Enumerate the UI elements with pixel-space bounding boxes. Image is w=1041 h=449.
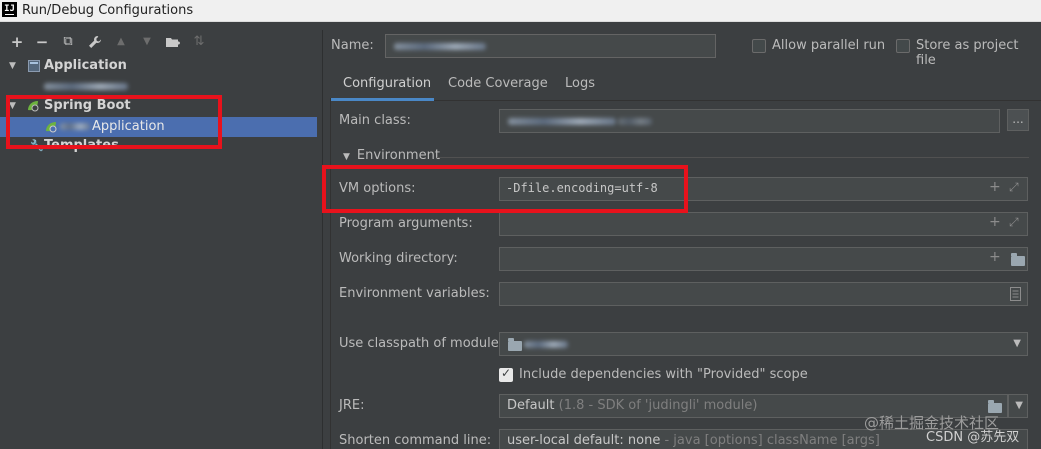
annotation-box-spring-boot (6, 95, 222, 149)
environment-variables-input[interactable] (499, 282, 1028, 306)
environment-variables-label: Environment variables: (339, 286, 490, 301)
move-up-icon[interactable]: ▲ (112, 30, 130, 54)
collapse-arrow-icon: ▼ (343, 152, 350, 162)
config-toolbar: + − ⧉ ▲ ▼ ⇅ (0, 30, 320, 56)
add-icon[interactable]: + (989, 214, 1001, 230)
blurred-module-name (524, 341, 568, 348)
add-icon[interactable]: + (8, 30, 26, 54)
watermark-csdn: CSDN @苏先双 (926, 430, 1020, 445)
intellij-app-icon: IJ (2, 2, 17, 17)
allow-parallel-checkbox[interactable] (752, 39, 766, 53)
tree-group-application[interactable]: ▼ Application (0, 56, 322, 76)
classpath-module-label: Use classpath of module: (339, 336, 504, 351)
store-project-label: Store as project file (916, 38, 1019, 68)
name-label: Name: (331, 38, 374, 53)
include-provided-checkbox[interactable] (499, 366, 513, 382)
blurred-main-class (508, 118, 616, 125)
splitter[interactable] (322, 30, 323, 449)
module-icon (508, 338, 522, 351)
wrench-icon[interactable] (86, 30, 104, 54)
working-directory-label: Working directory: (339, 251, 458, 266)
tab-code-coverage[interactable]: Code Coverage (448, 70, 548, 101)
expand-icon[interactable]: ⤢ (1009, 215, 1019, 230)
allow-parallel-label: Allow parallel run (772, 38, 886, 53)
shorten-value: user-local default: none - java [options… (507, 433, 880, 448)
sort-icon[interactable]: ⇅ (190, 30, 208, 54)
store-project-checkbox[interactable] (896, 39, 910, 53)
include-provided-label: Include dependencies with "Provided" sco… (519, 367, 808, 382)
browse-main-class-button[interactable]: ... (1007, 109, 1029, 131)
application-icon (28, 60, 40, 72)
jre-dropdown-button[interactable]: ▼ (1008, 394, 1028, 418)
edit-list-icon[interactable] (1010, 287, 1021, 301)
window-title: Run/Debug Configurations (22, 3, 194, 18)
working-directory-input[interactable]: + (499, 247, 1028, 271)
folder-icon[interactable] (1011, 253, 1025, 266)
remove-icon[interactable]: − (33, 30, 51, 54)
blurred-config-name (44, 83, 128, 90)
shorten-command-line-label: Shorten command line: (339, 433, 492, 448)
jre-value: Default (1.8 - SDK of 'judingli' module) (507, 398, 758, 413)
tab-bar: Configuration Code Coverage Logs (331, 70, 1041, 101)
jre-label: JRE: (339, 398, 365, 413)
environment-section-header[interactable]: ▼ Environment (343, 148, 440, 163)
tab-configuration[interactable]: Configuration (331, 70, 434, 101)
move-down-icon[interactable]: ▼ (138, 30, 156, 54)
add-icon[interactable]: + (989, 179, 1001, 195)
title-bar: IJ Run/Debug Configurations (0, 0, 1041, 22)
environment-label: Environment (356, 148, 440, 163)
add-icon[interactable]: + (989, 249, 1001, 265)
annotation-box-vm-options (322, 165, 688, 213)
tree-label: Application (44, 58, 127, 73)
section-separator (437, 157, 1029, 158)
blurred-name-value (394, 43, 486, 50)
program-arguments-label: Program arguments: (339, 216, 473, 231)
main-class-label: Main class: (339, 113, 411, 128)
folder-add-icon[interactable] (164, 30, 182, 54)
main-class-input[interactable] (499, 109, 1000, 133)
copy-icon[interactable]: ⧉ (59, 30, 77, 54)
classpath-module-combo[interactable]: ▼ (499, 332, 1028, 356)
expand-arrow-icon[interactable]: ▼ (9, 56, 16, 76)
blurred-main-class-hint (618, 118, 652, 125)
chevron-down-icon: ▼ (1013, 338, 1021, 349)
chevron-down-icon: ▼ (1015, 400, 1023, 411)
expand-icon[interactable]: ⤢ (1009, 180, 1019, 195)
program-arguments-input[interactable]: + ⤢ (499, 212, 1028, 236)
tree-item-blurred[interactable] (0, 76, 322, 96)
tab-logs[interactable]: Logs (565, 70, 595, 101)
name-input[interactable] (385, 34, 716, 58)
